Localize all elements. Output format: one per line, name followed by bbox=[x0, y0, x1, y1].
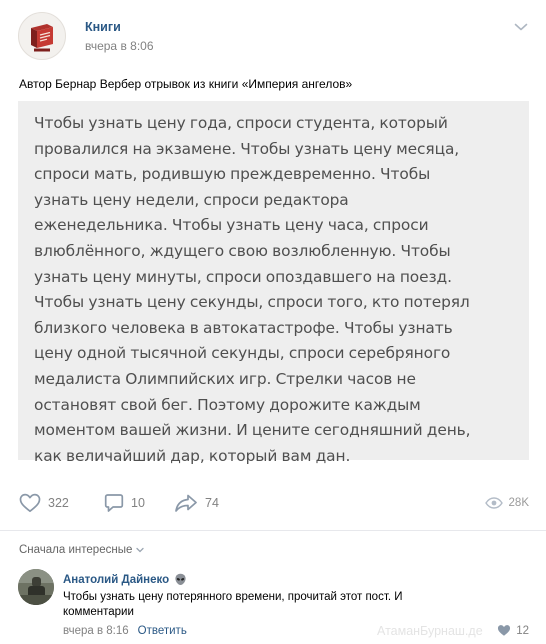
watermark: АтаманБурнаш.де bbox=[377, 624, 483, 638]
comment-text: Чтобы узнать цену потерянного времени, п… bbox=[63, 591, 403, 618]
avatar-photo bbox=[18, 569, 54, 605]
eye-icon bbox=[484, 497, 503, 509]
wall-post: Книги вчера в 8:06 Автор Бернар Вербер о… bbox=[0, 0, 546, 644]
quote-line: Чтобы узнать цену года, спроси студента,… bbox=[34, 114, 448, 132]
reply-link[interactable]: Ответить bbox=[138, 625, 187, 637]
comment-button[interactable]: 10 bbox=[104, 490, 145, 516]
quote-line: провалился на экзамене. Чтобы узнать цен… bbox=[34, 139, 460, 158]
chevron-down-icon bbox=[136, 547, 145, 553]
comment-bubble-icon bbox=[104, 494, 124, 512]
comment-like-count: 12 bbox=[516, 624, 529, 637]
quote-line: остановят свой бег. Поэтому дорожите каж… bbox=[34, 395, 421, 414]
quote-line: близкого человека в автокатастрофе. Чтоб… bbox=[34, 318, 453, 337]
quote-line: узнать цену недели, спроси редактора bbox=[34, 190, 349, 209]
heart-icon bbox=[498, 625, 511, 636]
quote-line: как величайший дар, который вам дан. bbox=[34, 446, 351, 465]
post-author[interactable]: Книги bbox=[85, 20, 121, 34]
comment-like-button[interactable]: 12 bbox=[497, 624, 529, 637]
divider bbox=[0, 530, 546, 531]
heart-icon bbox=[19, 493, 41, 513]
comments-sort-dropdown[interactable]: Сначала интересные bbox=[19, 544, 145, 556]
share-button[interactable]: 74 bbox=[174, 490, 219, 516]
comment-time[interactable]: вчера в 8:16 bbox=[63, 625, 129, 637]
comment-count: 10 bbox=[131, 496, 145, 510]
quote-line: спроси мать, родившую преждевременно. Чт… bbox=[34, 165, 431, 184]
comment-author-name: Анатолий Дайнеко bbox=[63, 573, 170, 586]
quote-line: медалиста Олимпийских игр. Стрелки часов… bbox=[34, 369, 416, 388]
views-count: 28K bbox=[508, 497, 529, 509]
comment-meta: вчера в 8:16 Ответить bbox=[63, 625, 187, 637]
quote-line: Чтобы узнать цену секунды, спроси того, … bbox=[34, 293, 470, 312]
quote-line: узнать цену минуты, спроси опоздавшего н… bbox=[34, 267, 452, 286]
comment-author[interactable]: Анатолий Дайнеко bbox=[63, 573, 187, 586]
quote-line: еженедельника. Чтобы узнать цену часа, с… bbox=[34, 216, 429, 235]
alien-emoji-icon bbox=[175, 573, 186, 585]
post-time[interactable]: вчера в 8:06 bbox=[85, 39, 154, 53]
comments-sort-label: Сначала интересные bbox=[19, 544, 133, 556]
share-arrow-icon bbox=[175, 494, 197, 512]
quote-line: моментом вашей жизни. И цените сегодняшн… bbox=[34, 421, 471, 440]
share-count: 74 bbox=[205, 496, 219, 510]
views-counter: 28K bbox=[484, 490, 529, 516]
quote-line: цену одной тысячной секунды, спроси сере… bbox=[34, 344, 451, 363]
commenter-avatar[interactable] bbox=[18, 569, 54, 605]
community-avatar[interactable] bbox=[18, 12, 66, 60]
post-actions: 322 10 74 28K bbox=[0, 490, 546, 520]
like-button[interactable]: 322 bbox=[19, 490, 69, 516]
quote-line: влюблённого, ждущего свою возлюбленную. … bbox=[34, 241, 451, 260]
quote-text: Чтобы узнать цену года, спроси студента,… bbox=[34, 111, 514, 469]
like-count: 322 bbox=[48, 496, 69, 510]
chevron-down-icon[interactable] bbox=[514, 22, 528, 32]
book-logo-icon bbox=[31, 24, 53, 52]
post-caption: Автор Бернар Вербер отрывок из книги «Им… bbox=[19, 77, 353, 91]
